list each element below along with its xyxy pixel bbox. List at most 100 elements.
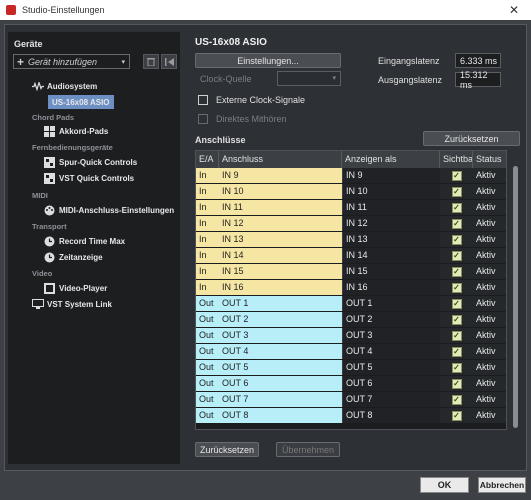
visible-checkbox[interactable]: ✓ (451, 330, 462, 341)
col-header-port[interactable]: Anschluss (219, 151, 342, 168)
table-row[interactable]: Out OUT 8 OUT 8 ✓ Aktiv (196, 408, 506, 424)
col-header-io[interactable]: E/A (196, 151, 219, 168)
tree-item-us16x08[interactable]: US-16x08 ASIO (48, 95, 114, 109)
tree-item-vst-quick-controls[interactable]: VST Quick Controls (43, 171, 134, 185)
clock-source-select[interactable]: ▾ (277, 71, 341, 86)
io-cell: In (196, 280, 219, 295)
cancel-button[interactable]: Abbrechen (478, 477, 526, 493)
port-cell: OUT 4 (219, 344, 342, 359)
direct-monitoring-checkbox[interactable] (198, 114, 208, 124)
show-as-cell[interactable]: OUT 4 (342, 344, 440, 359)
settings-button[interactable]: Einstellungen... (195, 53, 341, 68)
reset-device-icon[interactable] (161, 54, 177, 69)
table-row[interactable]: Out OUT 6 OUT 6 ✓ Aktiv (196, 376, 506, 392)
show-as-cell[interactable]: OUT 1 (342, 296, 440, 311)
add-device-dropdown[interactable]: + Gerät hinzufügen ▾ (13, 54, 130, 69)
show-as-cell[interactable]: IN 16 (342, 280, 440, 295)
visible-cell: ✓ (440, 200, 473, 215)
reset-button[interactable]: Zurücksetzen (195, 442, 259, 457)
show-as-cell[interactable]: IN 9 (342, 168, 440, 183)
table-row[interactable]: In IN 11 IN 11 ✓ Aktiv (196, 200, 506, 216)
plus-icon: + (17, 54, 25, 69)
quick-controls-icon (43, 172, 56, 184)
show-as-cell[interactable]: IN 13 (342, 232, 440, 247)
visible-checkbox[interactable]: ✓ (451, 362, 462, 373)
title-bar: Studio-Einstellungen ✕ (0, 0, 531, 20)
visible-checkbox[interactable]: ✓ (451, 282, 462, 293)
visible-cell: ✓ (440, 328, 473, 343)
table-row[interactable]: In IN 15 IN 15 ✓ Aktiv (196, 264, 506, 280)
visible-checkbox[interactable]: ✓ (451, 202, 462, 213)
external-clock-checkbox[interactable] (198, 95, 208, 105)
scrollbar-thumb[interactable] (513, 166, 518, 428)
show-as-cell[interactable]: OUT 5 (342, 360, 440, 375)
table-row[interactable]: In IN 9 IN 9 ✓ Aktiv (196, 168, 506, 184)
visible-checkbox[interactable]: ✓ (451, 298, 462, 309)
tree-item-video-player[interactable]: Video-Player (43, 281, 107, 295)
visible-checkbox[interactable]: ✓ (451, 266, 462, 277)
tree-item-audiosystem[interactable]: Audiosystem (31, 79, 97, 93)
visible-checkbox[interactable]: ✓ (451, 218, 462, 229)
col-header-status[interactable]: Status (473, 151, 506, 168)
visible-checkbox[interactable]: ✓ (451, 378, 462, 389)
visible-cell: ✓ (440, 264, 473, 279)
io-cell: In (196, 184, 219, 199)
tree-item-track-quick-controls[interactable]: Spur-Quick Controls (43, 155, 137, 169)
table-row[interactable]: Out OUT 2 OUT 2 ✓ Aktiv (196, 312, 506, 328)
visible-cell: ✓ (440, 232, 473, 247)
visible-checkbox[interactable]: ✓ (451, 394, 462, 405)
visible-checkbox[interactable]: ✓ (451, 314, 462, 325)
tree-label: Akkord-Pads (59, 126, 109, 136)
port-cell: OUT 6 (219, 376, 342, 391)
table-row[interactable]: In IN 10 IN 10 ✓ Aktiv (196, 184, 506, 200)
visible-checkbox[interactable]: ✓ (451, 234, 462, 245)
tree-item-akkord-pads[interactable]: Akkord-Pads (43, 124, 108, 138)
visible-checkbox[interactable]: ✓ (451, 170, 462, 181)
show-as-cell[interactable]: OUT 3 (342, 328, 440, 343)
table-row[interactable]: Out OUT 4 OUT 4 ✓ Aktiv (196, 344, 506, 360)
status-cell: Aktiv (473, 328, 506, 343)
table-row[interactable]: In IN 14 IN 14 ✓ Aktiv (196, 248, 506, 264)
reset-ports-button[interactable]: Zurücksetzen (423, 131, 520, 146)
table-scrollbar[interactable] (513, 166, 518, 428)
table-row[interactable]: Out OUT 7 OUT 7 ✓ Aktiv (196, 392, 506, 408)
tree-item-record-time-max[interactable]: Record Time Max (43, 234, 125, 248)
trash-icon[interactable] (143, 54, 159, 69)
visible-checkbox[interactable]: ✓ (451, 346, 462, 357)
show-as-cell[interactable]: OUT 6 (342, 376, 440, 391)
show-as-cell[interactable]: OUT 8 (342, 408, 440, 423)
show-as-cell[interactable]: IN 11 (342, 200, 440, 215)
show-as-cell[interactable]: IN 14 (342, 248, 440, 263)
tree-category-remote: Fernbedienungsgeräte (32, 143, 113, 152)
col-header-show-as[interactable]: Anzeigen als (342, 151, 440, 168)
table-row[interactable]: In IN 13 IN 13 ✓ Aktiv (196, 232, 506, 248)
show-as-cell[interactable]: IN 15 (342, 264, 440, 279)
visible-checkbox[interactable]: ✓ (451, 186, 462, 197)
show-as-cell[interactable]: IN 10 (342, 184, 440, 199)
col-header-visible[interactable]: Sichtbar (440, 151, 473, 168)
show-as-cell[interactable]: IN 12 (342, 216, 440, 231)
tree-item-zeitanzeige[interactable]: Zeitanzeige (43, 250, 103, 264)
show-as-cell[interactable]: OUT 7 (342, 392, 440, 407)
close-icon[interactable]: ✕ (497, 0, 531, 20)
input-latency-label: Eingangslatenz (378, 56, 440, 66)
table-row[interactable]: In IN 12 IN 12 ✓ Aktiv (196, 216, 506, 232)
tree-item-midi-ports[interactable]: MIDI-Anschluss-Einstellungen (43, 203, 174, 217)
status-cell: Aktiv (473, 184, 506, 199)
tree-label: Record Time Max (59, 236, 126, 246)
tree-category-midi: MIDI (32, 191, 48, 200)
visible-cell: ✓ (440, 296, 473, 311)
ok-button[interactable]: OK (420, 477, 469, 493)
visible-checkbox[interactable]: ✓ (451, 410, 462, 421)
table-row[interactable]: Out OUT 5 OUT 5 ✓ Aktiv (196, 360, 506, 376)
tree-label: Video-Player (59, 283, 108, 293)
table-row[interactable]: In IN 16 IN 16 ✓ Aktiv (196, 280, 506, 296)
apply-button[interactable]: Übernehmen (276, 442, 340, 457)
show-as-cell[interactable]: OUT 2 (342, 312, 440, 327)
visible-checkbox[interactable]: ✓ (451, 250, 462, 261)
port-cell: IN 15 (219, 264, 342, 279)
table-row[interactable]: Out OUT 3 OUT 3 ✓ Aktiv (196, 328, 506, 344)
tree-item-vst-system-link[interactable]: VST System Link (31, 297, 112, 311)
visible-cell: ✓ (440, 216, 473, 231)
table-row[interactable]: Out OUT 1 OUT 1 ✓ Aktiv (196, 296, 506, 312)
